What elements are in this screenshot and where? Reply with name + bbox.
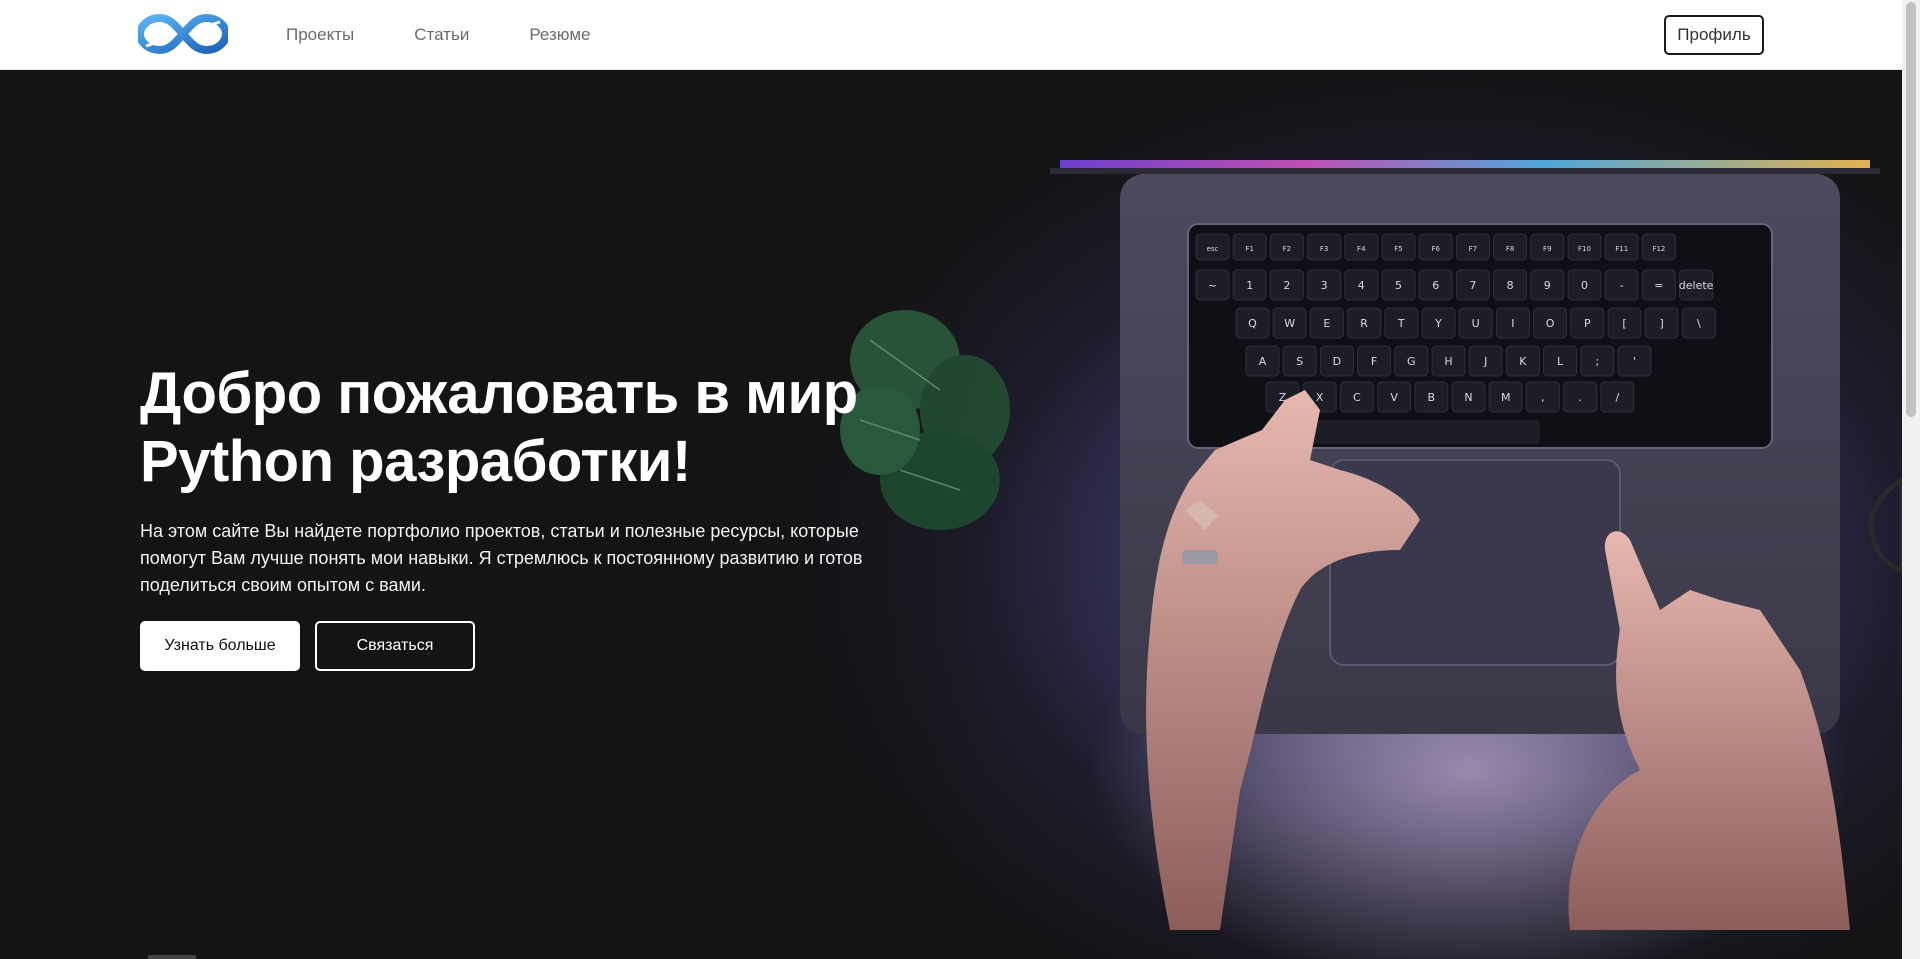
- keyboard-key-label: \: [1697, 317, 1701, 330]
- keyboard-key-label: 9: [1544, 279, 1551, 292]
- keyboard-key-label: ]: [1660, 317, 1664, 330]
- keyboard-key-label: I: [1511, 317, 1514, 330]
- site-header: Проекты Статьи Резюме Профиль: [0, 0, 1902, 70]
- keyboard-key-label: M: [1501, 391, 1511, 404]
- keyboard-key-label: ;: [1595, 355, 1599, 368]
- page-scrollbar[interactable]: [1902, 0, 1920, 959]
- hero-content: Добро пожаловать в мир Python разработки…: [140, 360, 900, 671]
- hero-title-line-1: Добро пожаловать в мир: [140, 361, 858, 426]
- keyboard-key-label: esc: [1207, 245, 1219, 253]
- nav-link-projects[interactable]: Проекты: [286, 25, 354, 45]
- keyboard-key-label: /: [1615, 391, 1619, 404]
- keyboard-key-label: L: [1557, 355, 1564, 368]
- keyboard-key-label: 8: [1507, 279, 1514, 292]
- keyboard-key-label: R: [1360, 317, 1368, 330]
- keyboard-key-label: 2: [1283, 279, 1290, 292]
- hero-buttons: Узнать больше Связаться: [140, 621, 900, 671]
- keyboard-key-label: G: [1407, 355, 1416, 368]
- keyboard-key-label: O: [1546, 317, 1555, 330]
- hero-title: Добро пожаловать в мир Python разработки…: [140, 360, 900, 496]
- keyboard-key-label: F9: [1543, 245, 1551, 253]
- keyboard-key-label: 3: [1321, 279, 1328, 292]
- keyboard-key-label: D: [1333, 355, 1341, 368]
- keyboard-key-label: delete: [1679, 279, 1714, 292]
- keyboard-key-label: F5: [1394, 245, 1402, 253]
- keyboard-key-label: B: [1428, 391, 1436, 404]
- keyboard-key-label: V: [1390, 391, 1398, 404]
- hero-title-line-2: Python разработки!: [140, 429, 691, 494]
- keyboard-key-label: ~: [1208, 279, 1217, 292]
- keyboard-key-label: 6: [1432, 279, 1439, 292]
- profile-button[interactable]: Профиль: [1664, 15, 1764, 55]
- keyboard-key-label: W: [1284, 317, 1295, 330]
- keyboard-key-label: 5: [1395, 279, 1402, 292]
- keyboard-key-label: Q: [1248, 317, 1257, 330]
- nav-link-resume[interactable]: Резюме: [529, 25, 590, 45]
- keyboard-key-label: F6: [1431, 245, 1440, 253]
- keyboard-key-label: F1: [1245, 245, 1253, 253]
- keyboard-key-label: F10: [1578, 245, 1591, 253]
- keyboard-key-label: A: [1259, 355, 1267, 368]
- keyboard-key-label: X: [1316, 391, 1324, 404]
- keyboard-key-label: C: [1353, 391, 1361, 404]
- keyboard-key-label: =: [1654, 279, 1663, 292]
- keyboard-key-label: F4: [1357, 245, 1366, 253]
- keyboard-key-label: S: [1296, 355, 1303, 368]
- keyboard-key-label: F7: [1469, 245, 1477, 253]
- keyboard-key-label: .: [1578, 391, 1582, 404]
- keyboard-key-label: F2: [1283, 245, 1291, 253]
- keyboard-key-label: K: [1519, 355, 1527, 368]
- keyboard-key-label: 1: [1246, 279, 1253, 292]
- keyboard-key-label: 4: [1358, 279, 1365, 292]
- hero-description: На этом сайте Вы найдете портфолио проек…: [140, 521, 863, 595]
- keyboard-key-label: 7: [1469, 279, 1476, 292]
- main-nav: Проекты Статьи Резюме: [286, 0, 650, 70]
- keyboard-key-label: P: [1584, 317, 1591, 330]
- keyboard-key-label: F8: [1506, 245, 1514, 253]
- keyboard-key-label: F12: [1652, 245, 1665, 253]
- infinity-logo-icon[interactable]: [138, 10, 228, 58]
- keyboard-key-label: F3: [1320, 245, 1328, 253]
- keyboard-key-label: F11: [1615, 245, 1628, 253]
- keyboard-key-label: T: [1397, 317, 1405, 330]
- keyboard-key-label: F: [1371, 355, 1377, 368]
- keyboard-key-label: J: [1483, 355, 1487, 368]
- keyboard-key-label: Y: [1434, 317, 1442, 330]
- scrollbar-thumb[interactable]: [1906, 2, 1916, 417]
- keyboard-key-label: [: [1622, 317, 1626, 330]
- learn-more-button[interactable]: Узнать больше: [140, 621, 300, 671]
- keyboard-key-label: E: [1323, 317, 1330, 330]
- hero-section: esc F1 F2 F3 F4 F5 F6 F7 F8 F9 F10 F11 F12 ~1 2 3 4 5 6 7 8 9…: [0, 70, 1902, 959]
- keyboard-key-label: U: [1472, 317, 1480, 330]
- keyboard-key-label: -: [1620, 279, 1624, 292]
- keyboard-key-label: ': [1633, 355, 1636, 368]
- contact-button[interactable]: Связаться: [315, 621, 475, 671]
- keyboard-space-key: [1300, 420, 1540, 444]
- keyboard-key-label: N: [1464, 391, 1472, 404]
- keyboard-key-label: H: [1444, 355, 1452, 368]
- keyboard-key-label: ,: [1541, 391, 1545, 404]
- nav-link-articles[interactable]: Статьи: [414, 25, 469, 45]
- keyboard-key-label: 0: [1581, 279, 1588, 292]
